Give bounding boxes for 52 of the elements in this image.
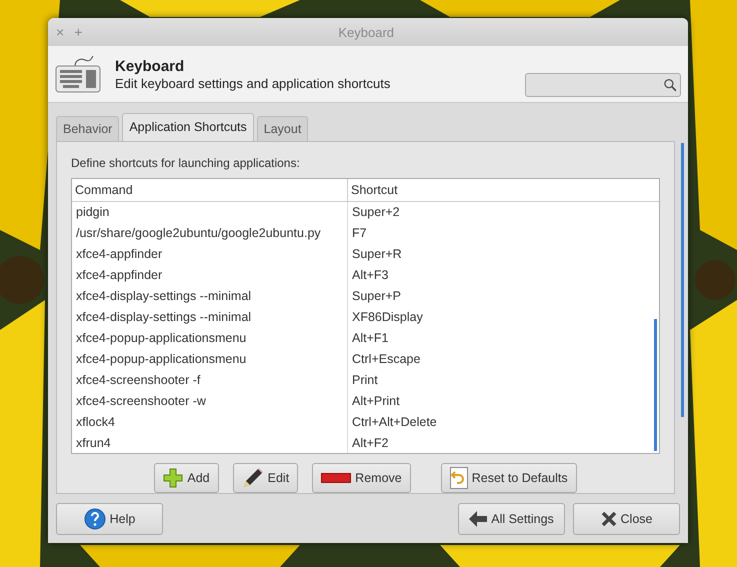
search-field[interactable] [525, 73, 681, 97]
command-cell: xflock4 [72, 412, 348, 433]
command-cell: xfce4-appfinder [72, 265, 348, 286]
shortcut-cell-text: Super+R [351, 246, 403, 263]
shortcut-cell-text: Super+2 [351, 204, 401, 221]
undo-document-icon [450, 467, 468, 489]
shortcut-cell-text: Ctrl+Alt+Delete [351, 414, 438, 431]
column-header[interactable]: Shortcut [348, 179, 659, 201]
command-cell: xfce4-display-settings --minimal [72, 286, 348, 307]
add-button[interactable]: Add [154, 463, 219, 493]
command-cell: xfrun4 [72, 433, 348, 453]
close-button[interactable]: Close [573, 503, 680, 535]
pencil-icon [242, 467, 264, 489]
shortcut-cell-text: Alt+Print [351, 393, 401, 410]
command-cell: /usr/share/google2ubuntu/google2ubuntu.py [72, 223, 348, 244]
command-cell: xfce4-screenshooter -w [72, 391, 348, 412]
tab[interactable]: Layout [256, 116, 308, 141]
scrollbar-thumb[interactable] [681, 143, 684, 417]
description-text: Define shortcuts for launching applications: [71, 156, 301, 170]
edit-button[interactable]: Edit [232, 463, 298, 493]
keyboard-icon [55, 54, 101, 94]
remove-button[interactable]: Remove [312, 463, 411, 493]
command-cell: xfce4-screenshooter -f [72, 370, 348, 391]
window-title: Keyboard [337, 24, 396, 40]
command-cell: xfce4-appfinder [72, 244, 348, 265]
header-subtitle: Edit keyboard settings and application shortcuts [115, 76, 392, 90]
tab[interactable]: Application Shortcuts [122, 113, 254, 141]
plus-icon [163, 468, 184, 488]
shortcut-cell-text: Ctrl+Escape [351, 351, 422, 368]
shortcut-cell-text: Super+P [351, 288, 402, 305]
command-cell: xfce4-popup-applicationsmenu [72, 349, 348, 370]
shortcut-cell-text: Alt+F2 [351, 435, 390, 452]
close-icon [600, 511, 617, 527]
command-cell: xfce4-display-settings --minimal [72, 307, 348, 328]
minus-icon [321, 473, 352, 483]
column-header[interactable]: Command [72, 179, 348, 201]
scrollbar-thumb[interactable] [654, 319, 657, 451]
shortcut-cell-text: Alt+F3 [351, 267, 390, 284]
search-icon [664, 78, 676, 92]
command-cell: xfce4-popup-applicationsmenu [72, 328, 348, 349]
shortcut-cell-text: Alt+F1 [351, 330, 390, 347]
help-button[interactable]: Help [56, 503, 163, 535]
header-title: Keyboard [115, 58, 186, 74]
shortcut-cell-text: Print [351, 372, 379, 389]
tab[interactable]: Behavior [56, 116, 120, 141]
help-icon [84, 508, 106, 530]
all-settings-button[interactable]: All Settings [458, 503, 565, 535]
command-cell: pidgin [72, 202, 348, 223]
reset-button[interactable]: Reset to Defaults [440, 463, 577, 493]
shortcut-cell-text: XF86Display [351, 309, 424, 326]
shortcut-cell-text: F7 [351, 225, 368, 242]
arrow-left-icon [469, 511, 488, 527]
